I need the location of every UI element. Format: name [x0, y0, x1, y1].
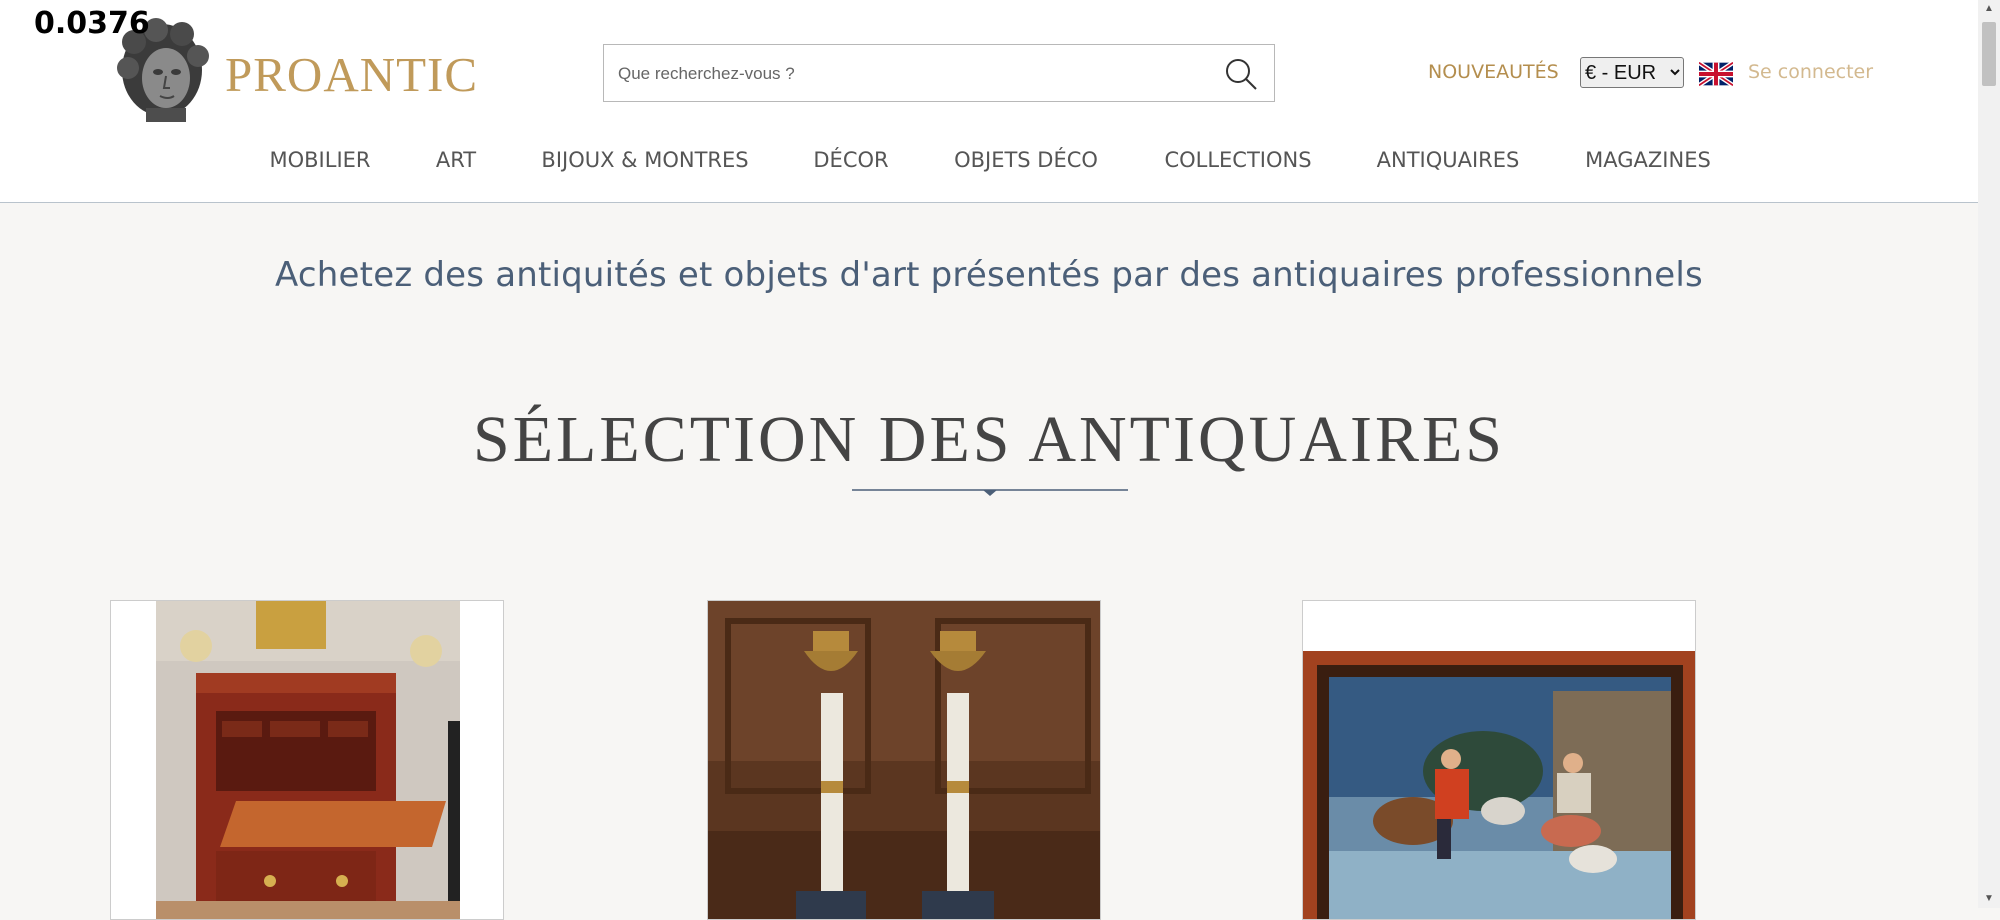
section-title: SÉLECTION DES ANTIQUAIRES — [473, 403, 1505, 476]
new-arrivals-link[interactable]: NOUVEAUTÉS — [1428, 61, 1559, 83]
overlay-value: 0.0376 — [34, 6, 150, 41]
uk-flag-icon[interactable] — [1699, 62, 1733, 86]
nav-item-art[interactable]: ART — [436, 148, 476, 172]
login-link[interactable]: Se connecter — [1748, 61, 1873, 83]
search-icon[interactable] — [1224, 57, 1258, 91]
brand-name[interactable]: PROANTIC — [225, 46, 478, 103]
scroll-up-arrow-icon[interactable]: ▲ — [1978, 0, 2000, 18]
product-card[interactable] — [707, 600, 1101, 920]
framed-painting-image[interactable] — [1303, 651, 1696, 920]
nav-item-mobilier[interactable]: MOBILIER — [269, 148, 370, 172]
product-card[interactable] — [110, 600, 504, 920]
nav-item-objets-deco[interactable]: OBJETS DÉCO — [954, 148, 1098, 172]
secretary-desk-image[interactable] — [156, 601, 460, 920]
main-nav: MOBILIER ART BIJOUX & MONTRES DÉCOR OBJE… — [0, 148, 1978, 178]
product-card[interactable] — [1302, 600, 1696, 920]
scroll-down-arrow-icon[interactable]: ▼ — [1978, 890, 2000, 908]
scroll-thumb[interactable] — [1982, 22, 1996, 86]
candlesticks-image[interactable] — [708, 601, 1101, 920]
nav-item-antiquaires[interactable]: ANTIQUAIRES — [1377, 148, 1520, 172]
site-header: PROANTIC NOUVEAUTÉS € - EUR Se connecter… — [0, 0, 1978, 203]
search-box — [603, 44, 1275, 103]
nav-item-decor[interactable]: DÉCOR — [813, 148, 888, 172]
currency-select[interactable]: € - EUR — [1580, 57, 1684, 88]
search-input[interactable] — [616, 45, 1200, 103]
nav-item-bijoux-montres[interactable]: BIJOUX & MONTRES — [541, 148, 748, 172]
nav-item-collections[interactable]: COLLECTIONS — [1164, 148, 1311, 172]
page-tagline: Achetez des antiquités et objets d'art p… — [275, 255, 1703, 295]
page-scrollbar[interactable]: ▲ ▼ — [1978, 0, 2000, 908]
title-divider — [852, 489, 1128, 496]
nav-item-magazines[interactable]: MAGAZINES — [1585, 148, 1711, 172]
